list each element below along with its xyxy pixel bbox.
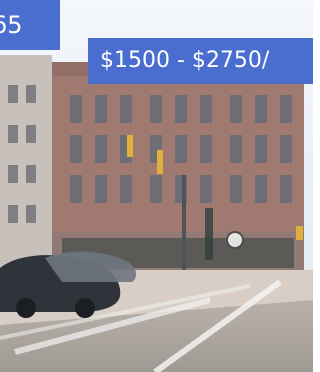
listing-card[interactable]: 65 $1500 - $2750/ [0,0,313,372]
listing-number-badge: 65 [0,0,60,50]
price-range-banner: $1500 - $2750/ [88,38,313,84]
brick-building [52,62,304,272]
